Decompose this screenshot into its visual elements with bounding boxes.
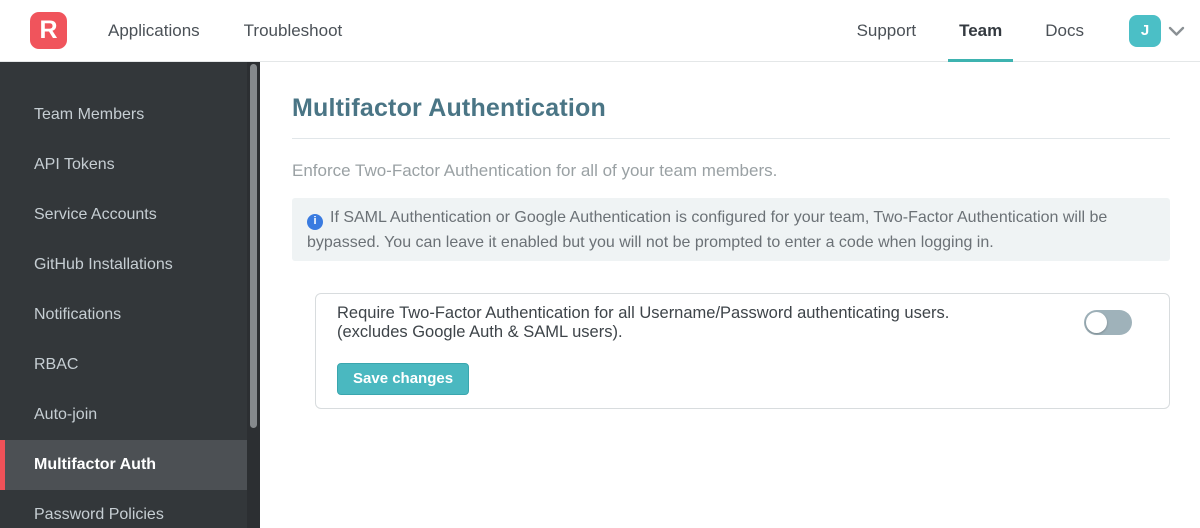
- title-divider: [292, 138, 1170, 139]
- nav-item-docs[interactable]: Docs: [1045, 0, 1084, 62]
- secondary-nav: Support Team Docs J: [814, 0, 1200, 62]
- sidebar-item-password-policies[interactable]: Password Policies: [0, 490, 247, 528]
- primary-nav: Applications Troubleshoot: [108, 0, 386, 61]
- nav-item-troubleshoot[interactable]: Troubleshoot: [244, 0, 343, 62]
- info-alert-text: If SAML Authentication or Google Authent…: [307, 209, 1108, 251]
- setting-description-line2: (excludes Google Auth & SAML users).: [337, 323, 623, 341]
- sidebar-item-service-accounts[interactable]: Service Accounts: [0, 190, 247, 240]
- page-subtitle: Enforce Two-Factor Authentication for al…: [292, 161, 778, 180]
- top-navbar: R Applications Troubleshoot Support Team…: [0, 0, 1200, 62]
- sidebar-item-rbac[interactable]: RBAC: [0, 340, 247, 390]
- two-factor-toggle[interactable]: [1084, 310, 1132, 335]
- toggle-knob: [1086, 312, 1107, 333]
- info-icon: i: [307, 213, 323, 230]
- nav-item-applications[interactable]: Applications: [108, 0, 200, 62]
- two-factor-setting-card: Require Two-Factor Authentication for al…: [315, 293, 1170, 409]
- user-avatar[interactable]: J: [1129, 14, 1161, 47]
- setting-description-line1: Require Two-Factor Authentication for al…: [337, 304, 950, 322]
- sidebar-item-api-tokens[interactable]: API Tokens: [0, 140, 247, 190]
- sidebar-item-multifactor-auth[interactable]: Multifactor Auth: [0, 440, 247, 490]
- sidebar-item-team-members[interactable]: Team Members: [0, 90, 247, 140]
- sidebar-item-github-installations[interactable]: GitHub Installations: [0, 240, 247, 290]
- nav-item-team[interactable]: Team: [948, 0, 1014, 62]
- sidebar-scrollbar-thumb[interactable]: [250, 64, 257, 428]
- info-alert: i If SAML Authentication or Google Authen…: [292, 198, 1170, 261]
- setting-description: Require Two-Factor Authentication for al…: [337, 304, 1148, 342]
- page-title: Multifactor Authentication: [292, 94, 606, 122]
- chevron-down-icon[interactable]: [1168, 26, 1185, 37]
- main-content: Multifactor Authentication Enforce Two-F…: [260, 62, 1200, 528]
- save-changes-button[interactable]: Save changes: [337, 363, 470, 395]
- nav-item-support[interactable]: Support: [857, 0, 917, 62]
- sidebar-item-notifications[interactable]: Notifications: [0, 290, 247, 340]
- sidebar-menu: Team Members API Tokens Service Accounts…: [0, 62, 260, 528]
- rollbar-logo-icon[interactable]: R: [30, 12, 67, 49]
- sidebar-item-auto-join[interactable]: Auto-join: [0, 390, 247, 440]
- settings-sidebar: Team Members API Tokens Service Accounts…: [0, 62, 260, 528]
